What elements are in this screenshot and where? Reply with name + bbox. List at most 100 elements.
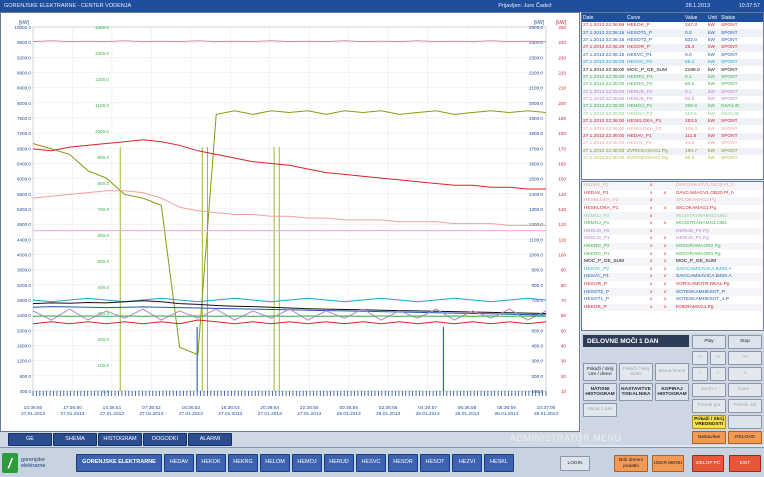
cursor-table-row[interactable]: 27.1.2013 22:36:00 ZVIRCEVSAG1.Pg 190.7 kW S… (582, 147, 763, 156)
toggle-values-button[interactable]: Prikaži / Skrij VREDNOSTI (692, 415, 726, 429)
back-one-day-button[interactable]: Nazaj 1 dan (583, 403, 617, 417)
cursor-table-row[interactable]: 27.1.2013 22:36:15 HESOT2_P 832.0 kW SPONT (582, 37, 763, 44)
chart-canvas[interactable]: 10000.09600.09200.08800.08400.08000.0760… (1, 13, 581, 433)
nav-back-far-button[interactable]: << (692, 351, 708, 365)
zoom-in-button[interactable]: zoom + (692, 383, 726, 397)
color-days-button[interactable]: Barva Dnevi (655, 363, 689, 381)
signal-list-item[interactable]: HERUD_P2 x HERUD_P2.Pg (582, 227, 763, 236)
tab-dogodki[interactable]: DOGODKI (143, 433, 187, 446)
signal-list-item[interactable]: HESOT1_P x x SOTESKAMHESOT_1.P (582, 296, 763, 304)
settings-button[interactable]: Nastavitve (692, 431, 726, 444)
play-button[interactable]: Play (692, 335, 726, 349)
tab-histogram[interactable]: HISTOGRAM (98, 433, 142, 446)
cursor-table-row[interactable]: 27.1.2013 22:36:00 MOC_P_GE_SUM 2198.0 kW SP… (582, 66, 763, 73)
signal-list-item[interactable]: HESVC_P1 x x SAVICAMSAVICA.B400.A (582, 273, 763, 281)
signal-tag: SOTESKAMHESOT_P (676, 289, 726, 295)
plant-button-hesor[interactable]: HESOR (388, 454, 418, 472)
plant-button-hezvi[interactable]: HEZVI (452, 454, 482, 472)
x-tick-time: 10:37:00 (537, 405, 556, 411)
reload-button[interactable]: RELOAD (728, 431, 762, 444)
shift-up-button[interactable]: Premik gor (692, 399, 726, 413)
cursor-table-row[interactable]: 27.1.2013 22:36:59 HEKOK_P 247.3 kW SPONT (582, 22, 763, 29)
cursor-cell-date: 27.1.2013 22:36:16 (583, 52, 625, 58)
x-tick-date: 28.01.2013 (337, 411, 361, 417)
plant-button-hesvc[interactable]: HESVC (356, 454, 386, 472)
plant-button-heskl[interactable]: HESKL (484, 454, 514, 472)
shutdown-pc-button[interactable]: IZKLOP PC (692, 455, 724, 472)
signal-list-item[interactable]: HESOR_P x x SORICAMOTR.REAL.Pg (582, 281, 763, 289)
plant-button-hemoj[interactable]: HEMOJ (292, 454, 322, 472)
cursor-table-row[interactable]: 27.1.2013 22:36:00 HESKLOKA_P1 193.5 kW SPON… (582, 118, 763, 126)
cursor-table-row[interactable]: 27.1.2013 22:36:00 ZVIRCEVSAG1.Pg 86.9 kW SP… (582, 155, 763, 162)
signal-list-item[interactable]: HESVC_P2 x x SAVICAMSAVICA.B400.A (582, 266, 763, 274)
y-tick-right-inner: 60 (561, 313, 567, 318)
cursor-table-row[interactable]: 27.1.2013 22:36:00 HEMOJ_P2 119.6 kW INVALID (582, 111, 763, 118)
empty-control-button[interactable] (728, 415, 762, 429)
cursor-table-row[interactable]: 27.1.2013 22:36:00 HEKRG_P1 0.1 kW SPONT (582, 73, 763, 82)
signal-list-item[interactable]: HESOT2_P x x SOTESKAMHESOT_P (582, 288, 763, 296)
plant-button-hekrg[interactable]: HEKRG (228, 454, 258, 472)
copy-histogram-button[interactable]: KOPIRAJ HISTOGRAM (655, 383, 689, 401)
nav-fwd-2-button[interactable]: > (728, 367, 762, 381)
y-tick-inner: 500.0 (98, 259, 110, 264)
nav-back-button[interactable]: < (692, 367, 708, 381)
plant-button-helom[interactable]: HELOM (260, 454, 290, 472)
exit-button[interactable]: EXIT (729, 455, 761, 472)
cursor-table-row[interactable]: 27.1.2013 22:36:00 HEMOJ_P1 209.6 kW INVALID (582, 103, 763, 111)
nav-fwd-far-2-button[interactable]: >> (728, 351, 762, 365)
cursor-table-row[interactable]: 27.1.2013 22:36:03 HESVC_P2 65.1 kW SPONT (582, 58, 763, 67)
cursor-cell-status: SPONT (721, 23, 738, 29)
cursor-values-table[interactable]: Date Curve Value Unit Status 27.1.2013 2… (581, 12, 764, 180)
signal-list[interactable]: HEDAV_P2 x DAVCAMAGV1.OB20.Pf_h HEDAV_P1 x x D… (581, 181, 764, 331)
plant-button-hedav[interactable]: HEDAV (164, 454, 194, 472)
signal-name: HESVC_P1 (584, 274, 610, 280)
plant-button-hekok[interactable]: HEKOK (196, 454, 226, 472)
signal-list-item[interactable]: HEKRG_P1 x x KRSGRAMAGR1.Pg (582, 250, 763, 258)
plant-button-hesot[interactable]: HESOT (420, 454, 450, 472)
signal-list-item[interactable]: HESKLOKA_P1 x x SKLOKAMAG1.Pg (582, 205, 763, 213)
signal-list-item[interactable]: HEKRG_P2 x x KRSGRAMAGR2.Pg (582, 242, 763, 251)
cursor-table-row[interactable]: 27.1.2013 22:36:00 HEDAV_P1 111.5 kW SPONT (582, 132, 763, 141)
company-button[interactable]: GORENJSKE ELEKTRARNE (76, 454, 162, 472)
cursor-table-row[interactable]: 27.1.2013 22:36:00 HEKRG_P2 83.2 kW SPONT (582, 81, 763, 88)
signal-list-item[interactable]: HESKLOKA_P2 x SKLOKAMAG2.Pg (582, 197, 763, 205)
y-tick-left: 2400.0 (17, 313, 31, 318)
nav-fwd-far-button[interactable]: >> (710, 351, 726, 365)
cursor-cell-curve: HERUD_P2 (627, 97, 653, 103)
signal-list-item[interactable]: HEMOJ_P1 x x MOJSTRANAMG1.OB2 (582, 220, 763, 228)
stop-button[interactable]: Stop (728, 335, 762, 349)
tab-shema[interactable]: SHEMA (53, 433, 97, 446)
printer-settings-button[interactable]: NASTAVITVE TISKALNIKA (619, 383, 653, 401)
y-tick-left: 7600.0 (17, 116, 31, 121)
zoom-out-button[interactable]: zoom - (728, 383, 762, 397)
tab-ge[interactable]: GE (8, 433, 52, 446)
administrator-menu[interactable]: ADMINISTRATOR MENU (510, 431, 690, 445)
tab-alarmi[interactable]: ALARMI (188, 433, 232, 446)
signal-list-item[interactable]: MOC_P_GE_SUM x x MOC_P_GE_SUM (582, 257, 763, 266)
cursor-table-row[interactable]: 27.1.2013 22:36:00 HEDAV_P2 43.6 kW SPONT (582, 140, 763, 147)
shift-down-button[interactable]: Premik dol (728, 399, 762, 413)
cursor-cell-value: 105.3 (685, 126, 698, 132)
print-histogram-button[interactable]: NATISNI HISTOGRAM (583, 383, 617, 401)
toggle-scale-button[interactable]: Prikaži / skrij Skalo (619, 363, 653, 381)
toggle-hours-days-button[interactable]: Prikaži / skrij Ure / dnevi (583, 363, 617, 381)
signal-list-item[interactable]: HERUD_P1 x x HERUD_P1.Pg (582, 235, 763, 243)
histogram-chart[interactable]: 10000.0 9600.0 9200.0 8800.0 8400.0 8000.0 760… (0, 12, 580, 432)
cursor-cell-curve: HESVC_P2 (627, 60, 653, 66)
plant-button-herud[interactable]: HERUD (324, 454, 354, 472)
cursor-table-row[interactable]: 27.1.2013 22:36:00 HESKLOKA_P2 105.3 kW SPON… (582, 125, 763, 132)
signal-list-item[interactable]: HEDAV_P1 x x DAVCAMAGV1.OB20.Pf_h (582, 190, 763, 198)
daily-data-button[interactable]: Brik dnevni podatki (614, 455, 648, 472)
cursor-table-row[interactable]: 27.1.2013 22:36:16 HESVC_P1 0.0 kW SPONT (582, 52, 763, 59)
signal-list-item[interactable]: HEDAV_P2 x DAVCAMAGV1.OB20.Pf_h (582, 182, 763, 190)
cursor-table-row[interactable]: 27.1.2013 22:36:00 HERUD_P2 82.5 kW SPONT (582, 96, 763, 103)
login-button[interactable]: LOGIN (560, 456, 590, 471)
cursor-table-row[interactable]: 27.1.2013 22:36:00 HERUD_P1 0.1 kW SPONT (582, 88, 763, 96)
nav-fwd-button[interactable]: > (710, 367, 726, 381)
cursor-table-row[interactable]: 27.1.2013 22:36:15 HESOT1_P 0.0 kW SPONT (582, 29, 763, 37)
signal-list-item[interactable]: HEKOK_P x x KOKRAMAG1.Pg (582, 303, 763, 312)
signal-list-item[interactable]: HEMOJ_P2 x MOJSTRANAMG2.OB2 (582, 212, 763, 220)
user-menu-button[interactable]: USER MENU (652, 455, 684, 472)
cursor-table-row[interactable]: 27.1.2013 22:36:29 HESOR_P 26.3 kW SPONT (582, 44, 763, 52)
cursor-cell-curve: HESVC_P1 (627, 52, 653, 58)
